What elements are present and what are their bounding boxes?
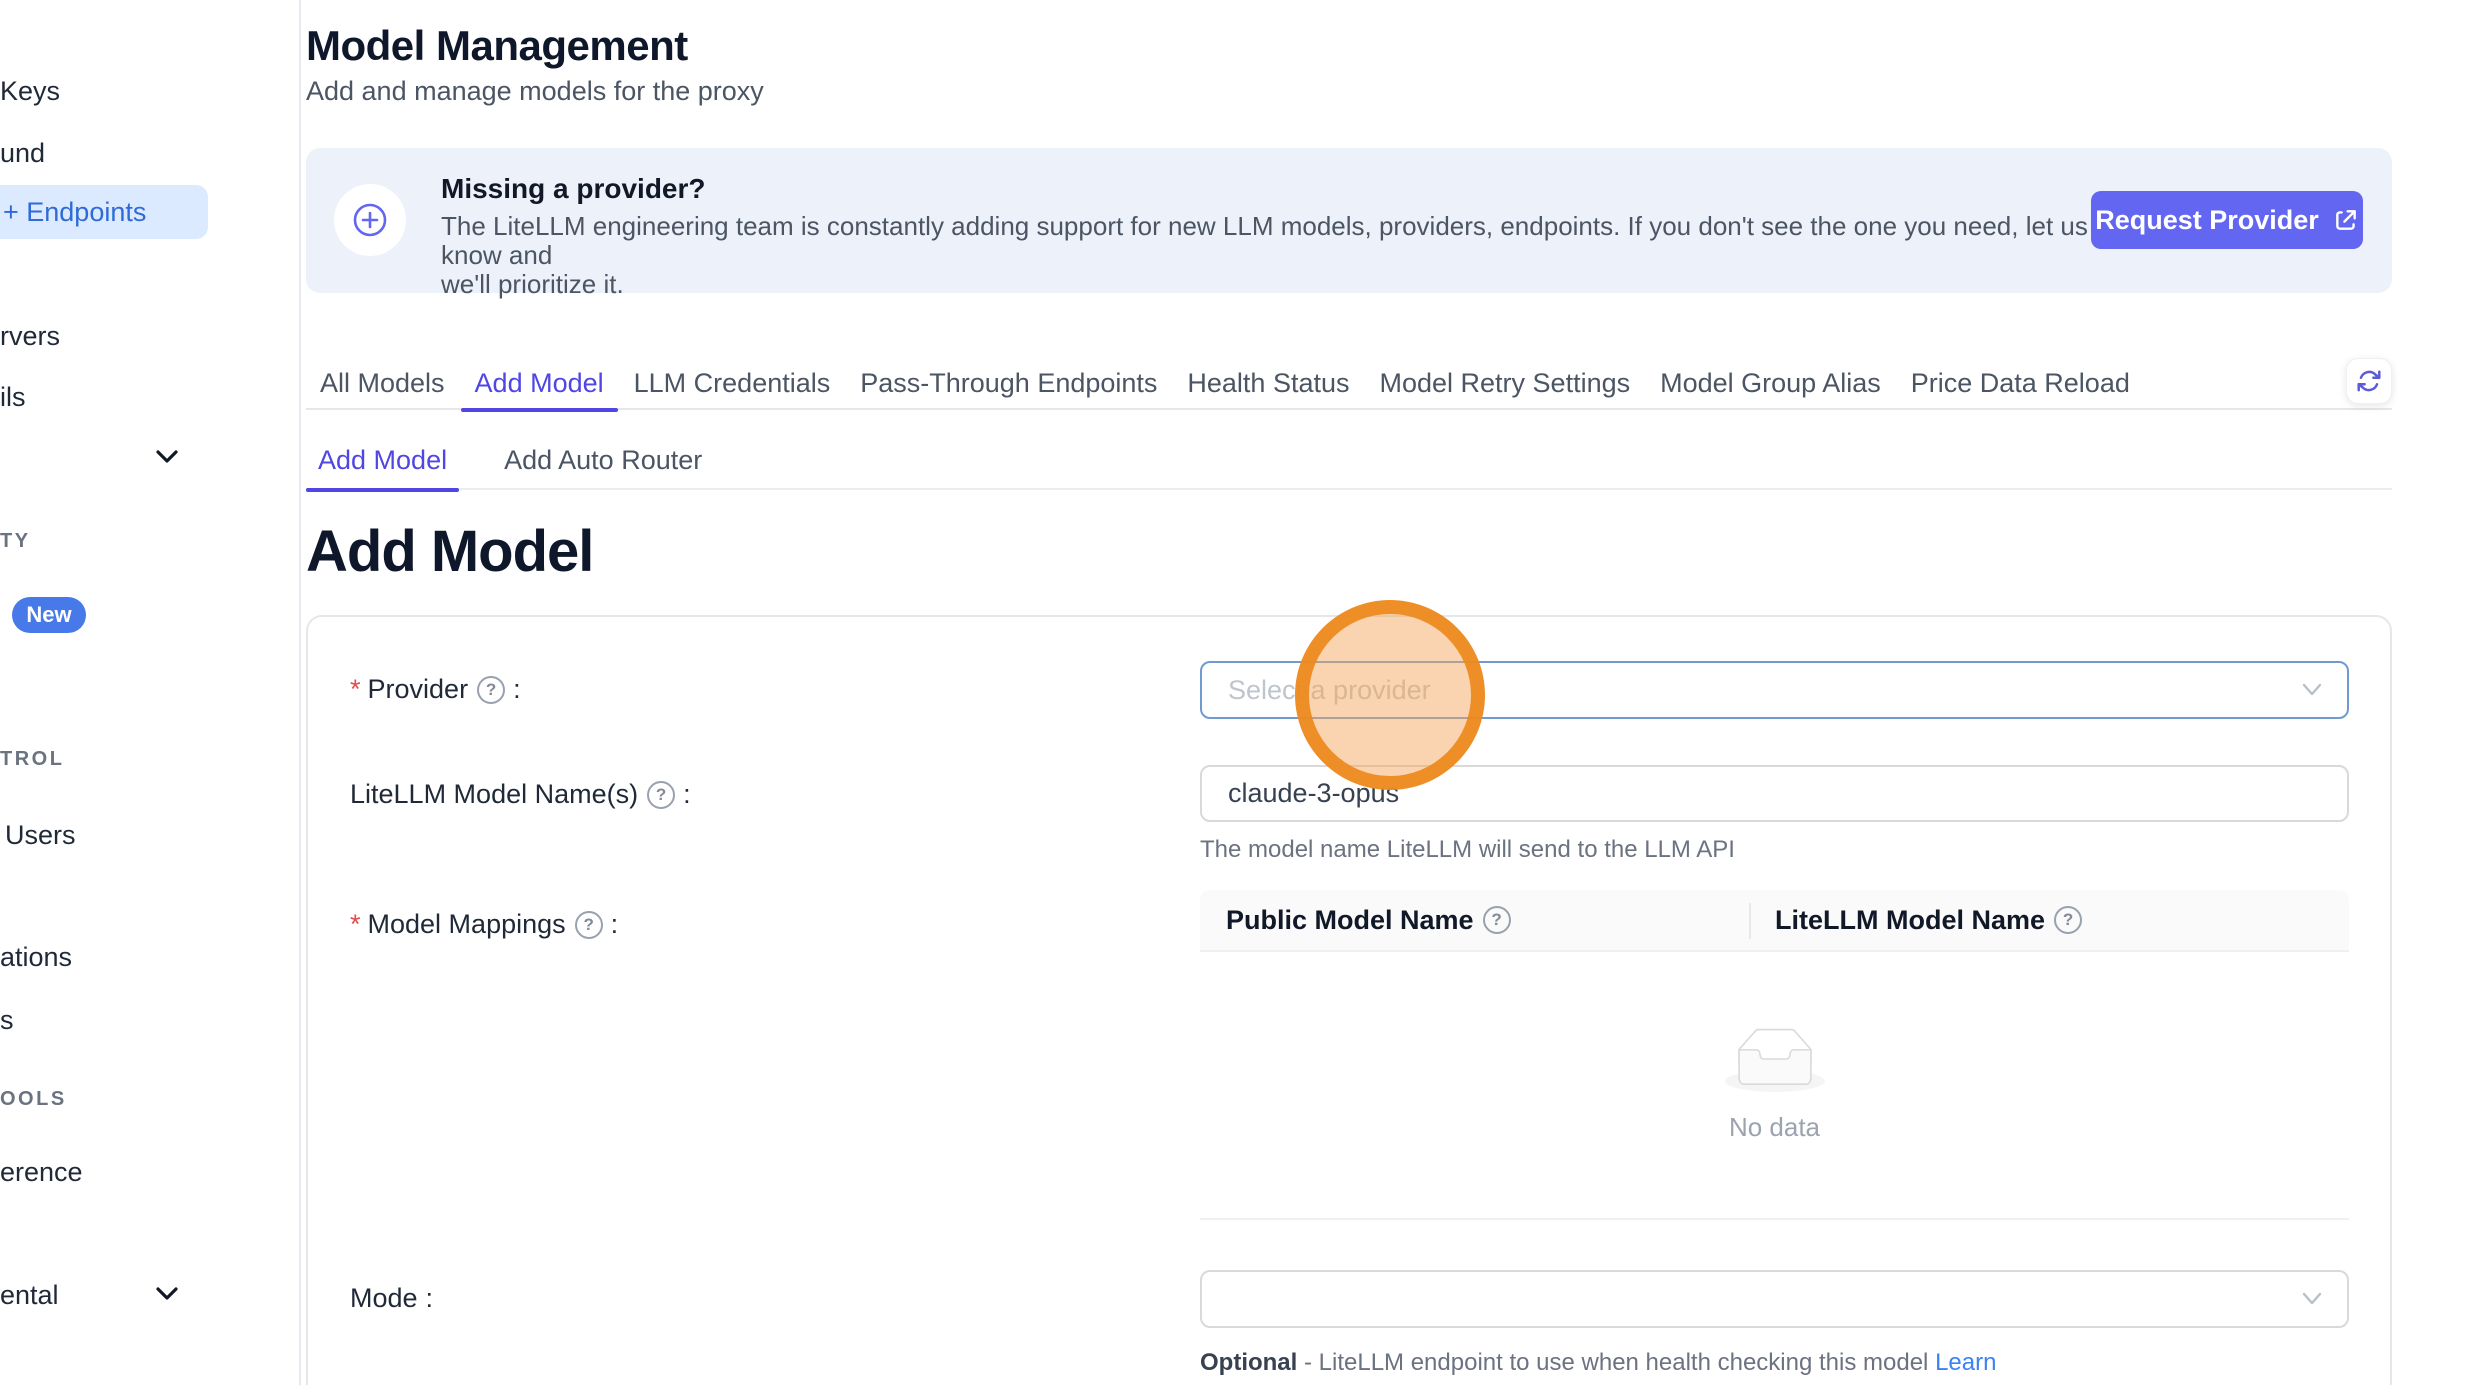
missing-provider-banner: Missing a provider? The LiteLLM engineer…: [306, 148, 2392, 293]
refresh-button[interactable]: [2346, 358, 2392, 404]
add-model-heading: Add Model: [306, 518, 593, 585]
sidebar-section-header: TROL: [0, 747, 64, 771]
model-name-label-text: LiteLLM Model Name(s): [350, 779, 638, 810]
mode-label: Mode :: [350, 1283, 433, 1314]
model-mappings-label: * Model Mappings ? :: [350, 909, 618, 940]
column-header-label: Public Model Name: [1226, 905, 1474, 936]
required-mark: *: [350, 909, 361, 940]
banner-description-line2: we'll prioritize it.: [441, 270, 2091, 299]
tab-add-model[interactable]: Add Model: [461, 356, 618, 410]
sidebar-section-header: OOLS: [0, 1087, 67, 1111]
tab-llm-credentials[interactable]: LLM Credentials: [620, 356, 845, 410]
refresh-icon: [2356, 368, 2382, 394]
column-header-litellm-model-name: LiteLLM Model Name ?: [1749, 905, 2349, 936]
add-model-subtabs: Add Model Add Auto Router: [306, 430, 2392, 490]
label-colon: :: [611, 909, 619, 940]
question-circle-icon: ?: [2054, 906, 2082, 934]
provider-label-text: Provider: [368, 674, 469, 705]
sidebar-item-experimental[interactable]: ental: [0, 1279, 59, 1311]
provider-select-placeholder: Select a provider: [1228, 675, 1431, 706]
question-circle-icon: ?: [1483, 906, 1511, 934]
model-mappings-table: Public Model Name ? LiteLLM Model Name ?: [1200, 890, 2349, 1220]
sidebar-item-models-endpoints[interactable]: + Endpoints: [0, 185, 208, 239]
banner-description-line1: The LiteLLM engineering team is constant…: [441, 212, 2091, 270]
litellm-admin-screen: Keys und + Endpoints rvers ils TY New TR…: [0, 0, 2477, 1385]
question-circle-icon: ?: [477, 676, 505, 704]
add-model-form-card: * Provider ? : Select a provider LiteLLM…: [306, 615, 2392, 1385]
sidebar-item-s[interactable]: s: [0, 1004, 14, 1036]
request-provider-label: Request Provider: [2095, 205, 2319, 236]
inbox-icon: [1725, 1028, 1825, 1092]
tab-all-models[interactable]: All Models: [306, 356, 459, 410]
sidebar-section-header: TY: [0, 529, 31, 553]
tab-model-group-alias[interactable]: Model Group Alias: [1646, 356, 1895, 410]
banner-title: Missing a provider?: [441, 172, 2091, 206]
label-colon: :: [513, 674, 521, 705]
sidebar-item-users[interactable]: Users: [5, 819, 76, 851]
required-mark: *: [350, 674, 361, 705]
sidebar-item-reference[interactable]: erence: [0, 1156, 83, 1188]
table-header-row: Public Model Name ? LiteLLM Model Name ?: [1200, 890, 2349, 952]
label-colon: :: [426, 1283, 434, 1314]
learn-link[interactable]: Learn: [1935, 1349, 1996, 1376]
circle-plus-icon: [334, 184, 406, 256]
no-data-text: No data: [1729, 1112, 1820, 1143]
page-title: Model Management: [306, 22, 688, 70]
sidebar-item-servers[interactable]: rvers: [0, 320, 60, 352]
mode-label-text: Mode: [350, 1283, 418, 1314]
request-provider-button[interactable]: Request Provider: [2091, 191, 2363, 249]
model-name-helper: The model name LiteLLM will send to the …: [1200, 836, 1735, 864]
chevron-down-icon: [2301, 1292, 2323, 1306]
chevron-down-icon[interactable]: [155, 449, 179, 465]
external-link-icon: [2333, 207, 2359, 233]
model-mappings-label-text: Model Mappings: [368, 909, 566, 940]
mode-helper-text: - LiteLLM endpoint to use when health ch…: [1297, 1349, 1935, 1376]
model-name-label: LiteLLM Model Name(s) ? :: [350, 779, 691, 810]
provider-label: * Provider ? :: [350, 674, 521, 705]
new-badge: New: [12, 597, 86, 633]
provider-select[interactable]: Select a provider: [1200, 661, 2349, 719]
sidebar-item-label: + Endpoints: [3, 197, 146, 228]
tab-model-retry-settings[interactable]: Model Retry Settings: [1366, 356, 1645, 410]
tab-price-data-reload[interactable]: Price Data Reload: [1897, 356, 2144, 410]
question-circle-icon: ?: [575, 911, 603, 939]
sidebar-item-ils[interactable]: ils: [0, 381, 26, 413]
model-management-tabs: All Models Add Model LLM Credentials Pas…: [306, 356, 2392, 410]
mode-helper-optional: Optional: [1200, 1349, 1297, 1376]
mode-select[interactable]: [1200, 1270, 2349, 1328]
tab-health-status[interactable]: Health Status: [1173, 356, 1363, 410]
subtab-add-auto-router[interactable]: Add Auto Router: [492, 430, 714, 490]
model-name-input[interactable]: [1200, 765, 2349, 822]
sidebar: Keys und + Endpoints rvers ils TY New TR…: [0, 0, 301, 1385]
mode-helper: Optional - LiteLLM endpoint to use when …: [1200, 1349, 1996, 1377]
chevron-down-icon[interactable]: [155, 1286, 179, 1302]
label-colon: :: [683, 779, 691, 810]
page-subtitle: Add and manage models for the proxy: [306, 76, 764, 107]
new-badge-label: New: [26, 602, 71, 628]
chevron-down-icon: [2301, 683, 2323, 697]
column-header-label: LiteLLM Model Name: [1775, 905, 2045, 936]
column-header-public-model-name: Public Model Name ?: [1200, 905, 1749, 936]
sidebar-item-playground[interactable]: und: [0, 137, 45, 169]
table-empty-state: No data: [1200, 952, 2349, 1220]
main-content: Model Management Add and manage models f…: [306, 0, 2392, 1385]
subtab-add-model[interactable]: Add Model: [306, 430, 459, 490]
tab-pass-through-endpoints[interactable]: Pass-Through Endpoints: [846, 356, 1171, 410]
sidebar-item-keys[interactable]: Keys: [0, 75, 60, 107]
sidebar-item-organizations[interactable]: ations: [0, 941, 72, 973]
question-circle-icon: ?: [647, 781, 675, 809]
column-divider: [1749, 903, 1751, 939]
